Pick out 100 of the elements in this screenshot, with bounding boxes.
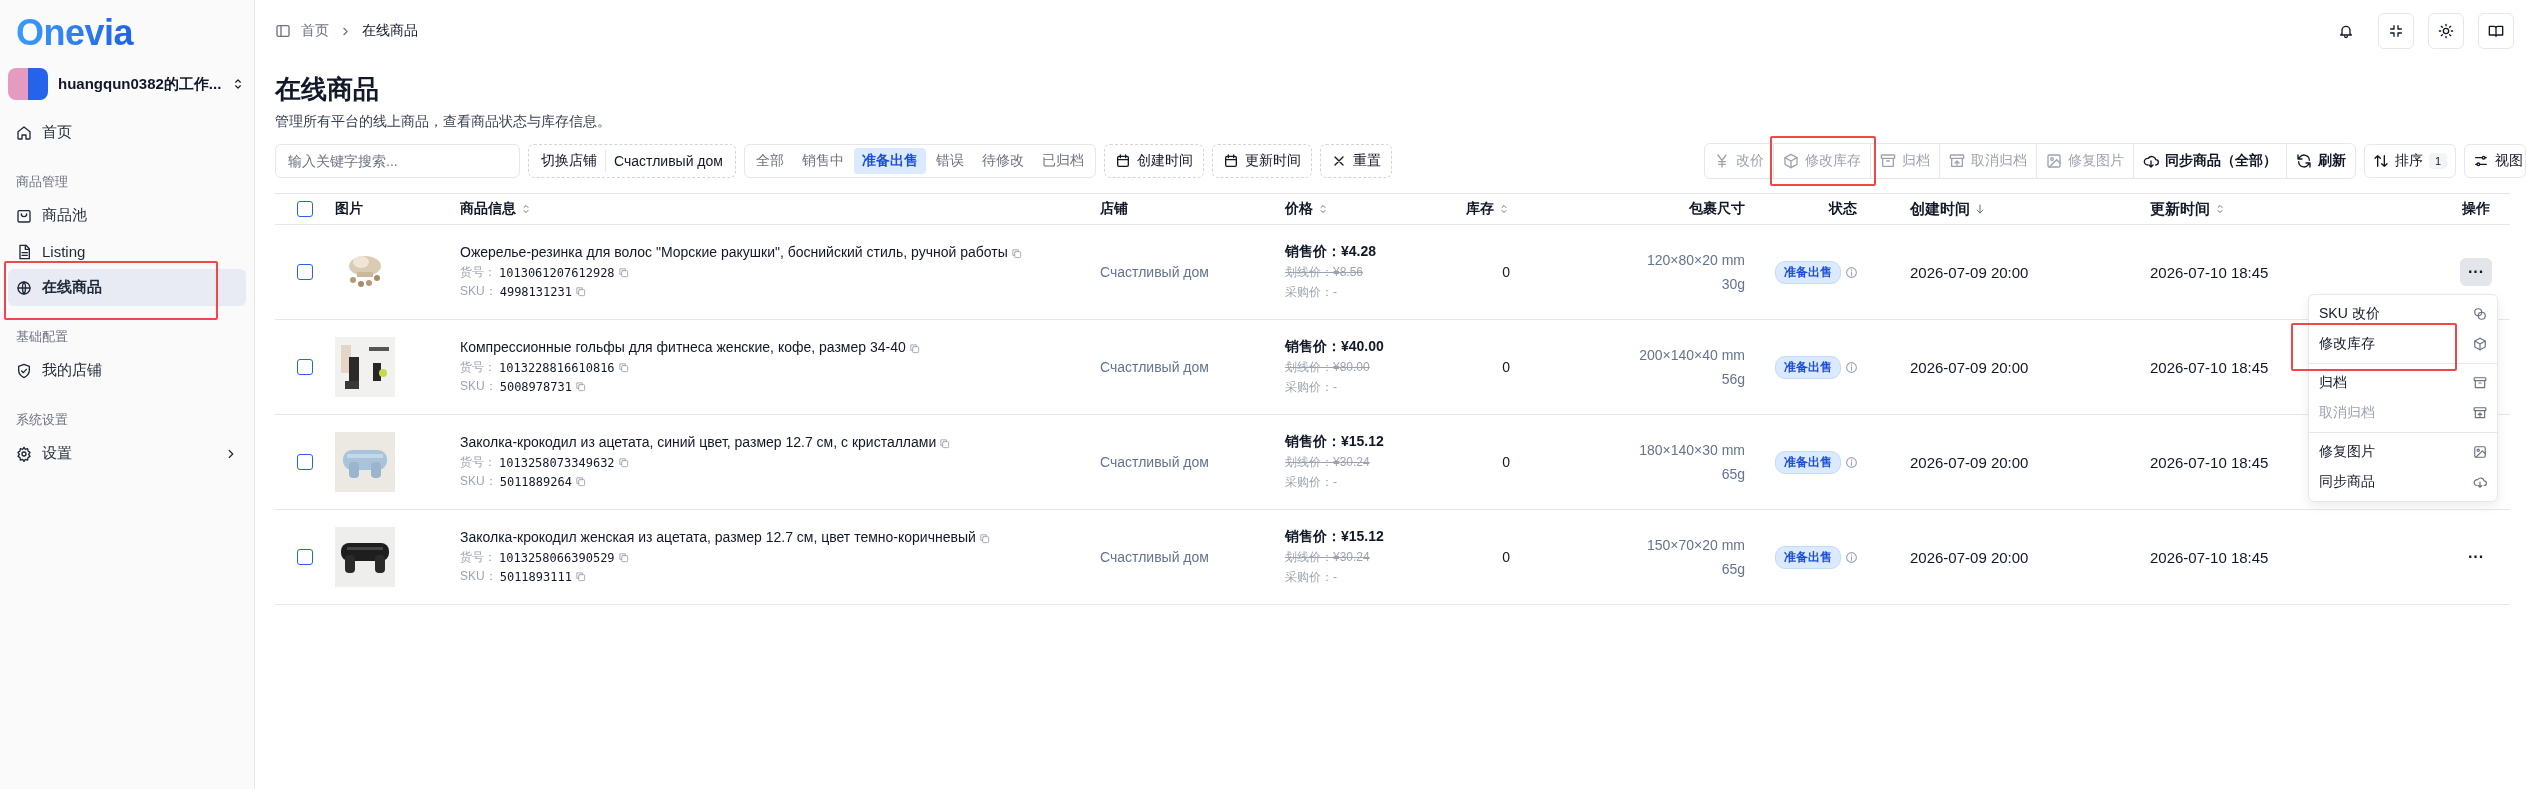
store-filter[interactable]: 切换店铺 Счастливый дом (528, 144, 736, 178)
copy-icon[interactable] (617, 552, 629, 563)
item-number: 1013258073349632 (499, 455, 615, 470)
copy-icon[interactable] (574, 286, 586, 297)
sidebar-item[interactable]: 在线商品 (8, 269, 246, 306)
count-badge: 1 (2428, 153, 2447, 169)
copy-icon[interactable] (574, 381, 586, 392)
stock-count: 0 (1502, 454, 1510, 470)
select-all-checkbox[interactable] (297, 201, 313, 217)
sidebar-toggle-icon[interactable] (275, 23, 291, 39)
sidebar-item[interactable]: Listing (8, 234, 246, 269)
status-tab[interactable]: 销售中 (793, 148, 852, 174)
list-price: 划线价：¥30.24 (1285, 549, 1370, 566)
action-button[interactable]: 同步商品（全部） (2133, 144, 2286, 178)
date-filter-button[interactable]: 更新时间 (1211, 144, 1312, 178)
package-size: 200×140×40 mm (1639, 347, 1745, 363)
field-label: SKU： (460, 283, 497, 300)
calendar-icon (1114, 153, 1131, 169)
sidebar-item[interactable]: 商品池 (8, 197, 246, 234)
sidebar-item[interactable]: 我的店铺 (8, 352, 246, 389)
field-label: 货号： (460, 359, 496, 376)
copy-icon[interactable] (908, 342, 920, 354)
reset-button[interactable]: 重置 (1319, 144, 1392, 178)
sort-icon[interactable] (1498, 203, 1510, 215)
menu-item[interactable]: 修改库存 (2313, 329, 2493, 359)
book-icon[interactable] (2478, 13, 2514, 49)
copy-icon[interactable] (1010, 247, 1022, 259)
breadcrumb-link[interactable]: 首页 (301, 22, 329, 40)
sort-arrows-icon (2372, 153, 2389, 169)
sort-descending-icon[interactable] (1974, 203, 1986, 215)
package-size: 120×80×20 mm (1646, 252, 1745, 268)
item-number: 1013228816610816 (499, 360, 615, 375)
column-header: 商品信息 (460, 200, 516, 218)
stock-count: 0 (1502, 264, 1510, 280)
section-title: 商品管理 (15, 173, 69, 191)
created-time: 2026-07-09 20:00 (1910, 548, 2029, 566)
sku-number: 5011889264 (499, 474, 572, 489)
more-button[interactable]: ··· (2460, 258, 2492, 286)
menu-item[interactable]: SKU 改价 (2313, 299, 2493, 329)
package-weight: 30g (1721, 276, 1745, 292)
sort-button[interactable]: 排序 1 (2363, 144, 2456, 178)
collapse-icon[interactable] (2378, 13, 2414, 49)
action-button[interactable]: 刷新 (2286, 144, 2355, 178)
menu-item[interactable]: 归档 (2313, 368, 2493, 398)
sort-icon[interactable] (1317, 203, 1329, 215)
info-icon[interactable] (1845, 360, 1858, 374)
column-header: 更新时间 (2150, 199, 2210, 219)
copy-icon[interactable] (617, 267, 629, 278)
stock-count: 0 (1502, 549, 1510, 565)
status-tab[interactable]: 全部 (747, 148, 792, 174)
row-checkbox[interactable] (297, 359, 313, 375)
sidebar-item[interactable]: 设置 (8, 435, 246, 472)
product-title: Заколка-крокодил из ацетата, синий цвет, размер 12.7 см, с кристаллами (460, 434, 937, 450)
package-weight: 56g (1721, 371, 1745, 387)
search-field[interactable]: 输入关键字搜索... (275, 144, 520, 178)
info-icon[interactable] (1845, 550, 1858, 564)
row-checkbox[interactable] (297, 264, 313, 280)
store-name: Счастливый дом (613, 153, 724, 169)
date-filter-button[interactable]: 创建时间 (1103, 144, 1204, 178)
product-title: Заколка-крокодил женская из ацетата, размер 12.7 см, цвет темно-коричневый (460, 529, 976, 545)
page-title: 在线商品 (275, 73, 380, 106)
store-switch-button[interactable]: 切换店铺 (533, 150, 606, 172)
created-time: 2026-07-09 20:00 (1910, 358, 2029, 376)
field-label: 货号： (460, 454, 496, 471)
copy-icon[interactable] (617, 362, 629, 373)
row-checkbox[interactable] (297, 549, 313, 565)
row-checkbox[interactable] (297, 454, 313, 470)
list-price: 划线价：¥30.24 (1285, 454, 1370, 471)
status-tab[interactable]: 待修改 (973, 148, 1032, 174)
copy-icon[interactable] (978, 532, 990, 544)
sort-icon[interactable] (2214, 203, 2226, 215)
menu-item[interactable]: 修复图片 (2313, 437, 2493, 467)
info-icon[interactable] (1845, 455, 1858, 469)
calendar-icon (1222, 153, 1239, 169)
workspace-switcher[interactable]: huangqun0382的工作... (8, 54, 246, 114)
status-tab[interactable]: 已归档 (1033, 148, 1092, 174)
copy-icon[interactable] (574, 571, 586, 582)
copy-icon[interactable] (574, 476, 586, 487)
copy-icon[interactable] (617, 457, 629, 468)
sale-price: 销售价：¥15.12 (1285, 528, 1384, 546)
document-icon (16, 243, 32, 260)
cube-icon (2473, 337, 2487, 351)
column-header: 价格 (1285, 200, 1313, 218)
sale-price: 销售价：¥4.28 (1285, 243, 1377, 261)
copy-icon[interactable] (939, 437, 951, 449)
view-button[interactable]: 视图 (2464, 144, 2526, 178)
status-tab[interactable]: 准备出售 (853, 148, 926, 174)
store-name: Счастливый дом (1100, 549, 1209, 565)
unarchive-icon (1948, 153, 1965, 169)
updated-time: 2026-07-10 18:45 (2150, 263, 2269, 281)
sale-price: 销售价：¥40.00 (1285, 338, 1384, 356)
product-title: Ожерелье-резинка для волос "Морские ракушки", боснийский стиль, ручной работы (460, 244, 1008, 260)
sort-icon[interactable] (520, 203, 532, 215)
sidebar-item[interactable]: 首页 (8, 114, 246, 151)
menu-item[interactable]: 同步商品 (2313, 467, 2493, 497)
more-button[interactable]: ··· (2460, 543, 2492, 571)
info-icon[interactable] (1845, 265, 1858, 279)
status-tab[interactable]: 错误 (927, 148, 972, 174)
sun-icon[interactable] (2428, 13, 2464, 49)
coins-icon (2473, 307, 2487, 321)
